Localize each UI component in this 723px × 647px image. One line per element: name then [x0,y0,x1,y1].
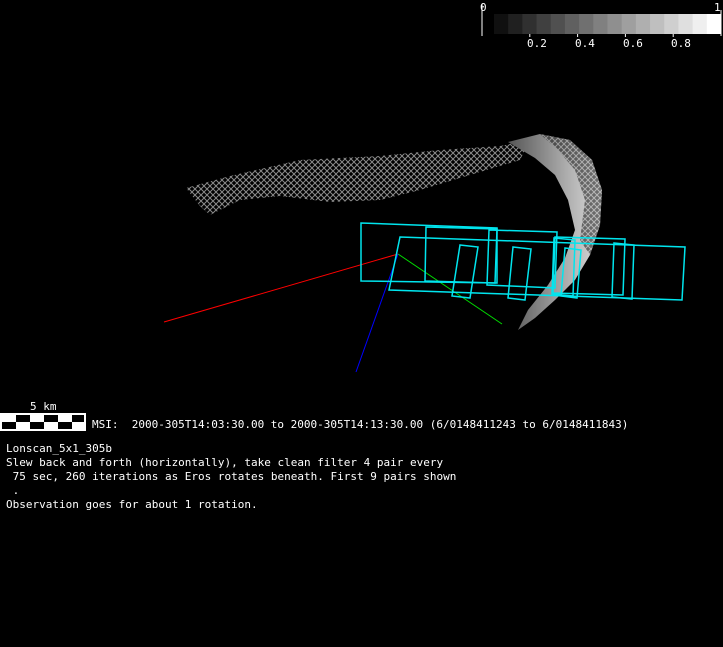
y-axis-line [397,253,503,325]
description-line: Observation goes for about 1 rotation. [6,498,258,511]
scale-bar-label: 5 km [30,400,57,413]
x-axis-line [163,253,399,323]
observation-title: Lonscan_5x1_305b [6,442,112,455]
axes [163,253,503,373]
description-line: . [6,484,20,497]
description-line: Slew back and forth (horizontally), take… [6,456,444,469]
footprint [507,246,532,301]
msi-observation-view: 0 1 0.2 0.4 0.6 0.8 5 km MSI: 2000-305T1… [0,0,723,647]
footprint [388,236,686,301]
z-axis-line [355,253,399,373]
scale-bar-checker [0,413,86,431]
description-line: 75 sec, 260 iterations as Eros rotates b… [6,470,457,483]
footprint [451,244,479,299]
footprint [424,226,498,284]
instrument-time-range: MSI: 2000-305T14:03:30.00 to 2000-305T14… [92,418,629,431]
scene-3d [163,134,686,373]
